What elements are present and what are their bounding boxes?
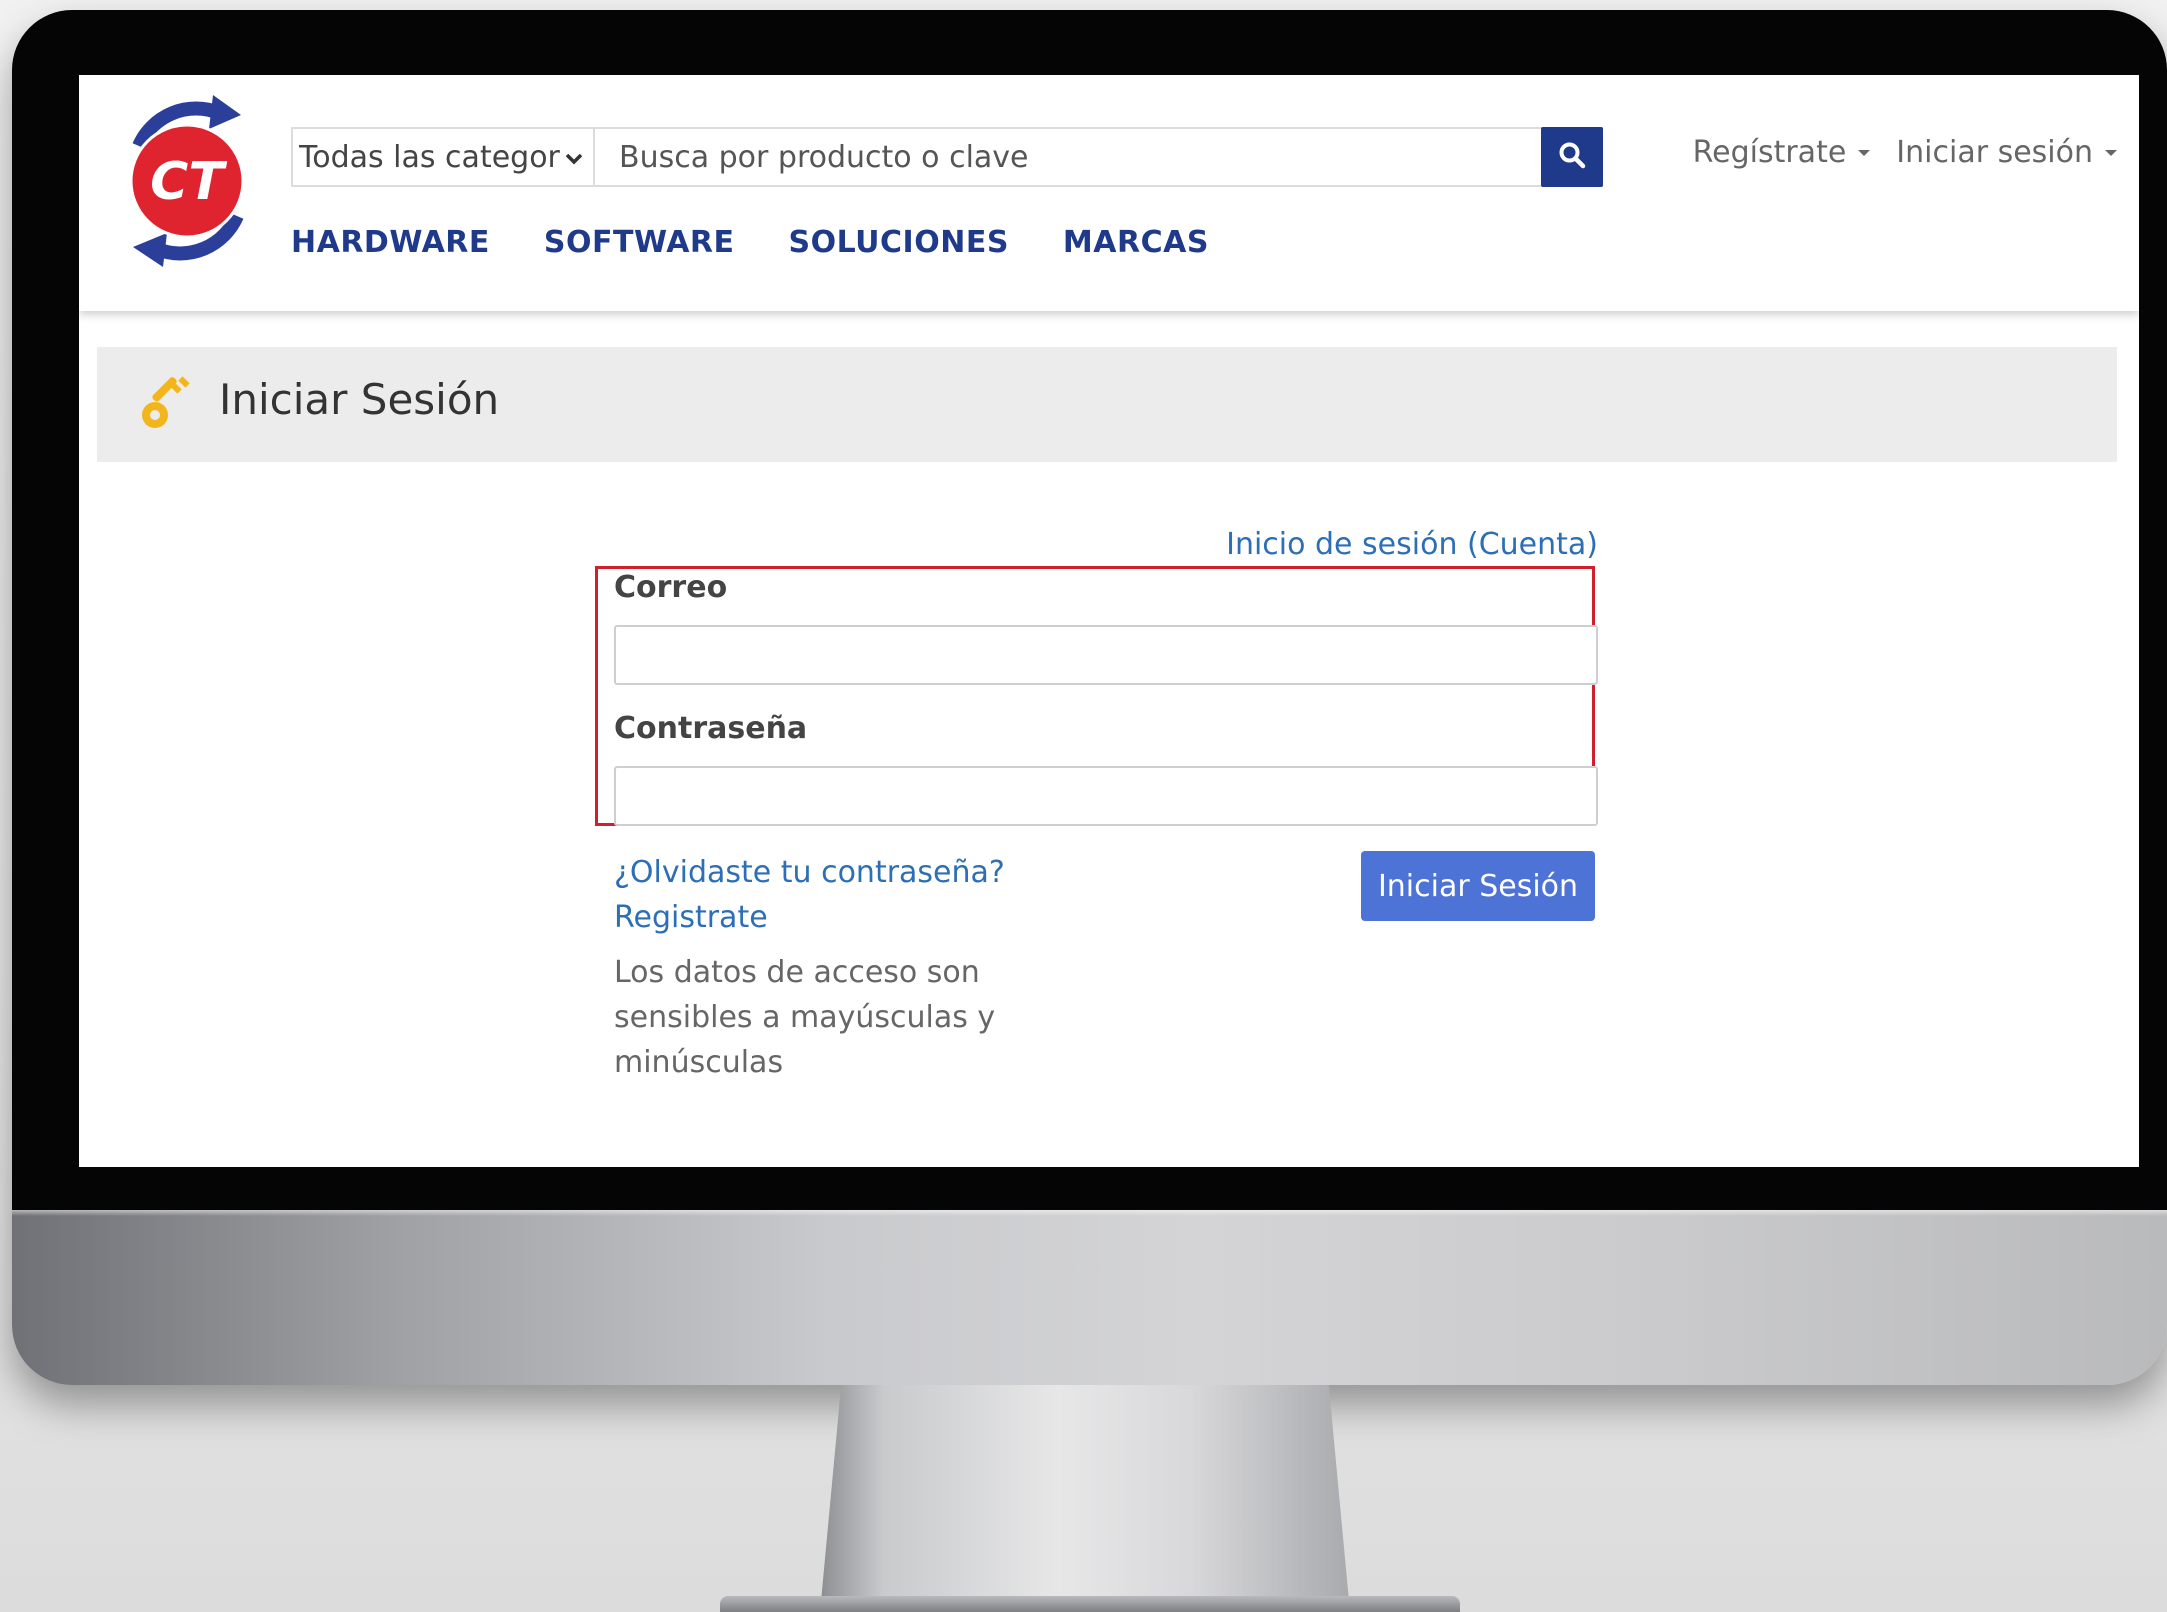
category-select-value: Todas las categorías: [299, 139, 561, 175]
nav-marcas[interactable]: MARCAS: [1063, 225, 1209, 260]
logo-text: CT: [150, 152, 227, 212]
nav-hardware[interactable]: HARDWARE: [291, 225, 490, 260]
caret-down-icon: [2105, 149, 2117, 156]
login-submit-button[interactable]: Iniciar Sesión: [1361, 851, 1595, 921]
category-select[interactable]: Todas las categorías: [293, 129, 595, 185]
nav-software[interactable]: SOFTWARE: [544, 225, 735, 260]
nav-soluciones[interactable]: SOLUCIONES: [789, 225, 1009, 260]
forgot-password-link[interactable]: ¿Olvidaste tu contraseña?: [614, 855, 1005, 890]
account-links: Regístrate Iniciar sesión: [1667, 135, 2117, 170]
key-icon: [137, 373, 197, 433]
register-dropdown-label: Regístrate: [1692, 135, 1847, 170]
chevron-down-icon: [563, 143, 585, 165]
email-field[interactable]: [614, 625, 1598, 685]
account-login-link[interactable]: Inicio de sesión (Cuenta): [1226, 527, 1598, 562]
main-nav: HARDWARE SOFTWARE SOLUCIONES MARCAS: [291, 225, 1263, 260]
login-dropdown[interactable]: Iniciar sesión: [1896, 135, 2117, 170]
password-field[interactable]: [614, 766, 1598, 826]
monitor-chin: [12, 1210, 2167, 1385]
monitor-frame: CT Todas las categorías Busca por produc…: [12, 10, 2167, 1385]
email-label: Correo: [614, 570, 728, 605]
monitor-stand: [820, 1385, 1350, 1612]
register-link[interactable]: Registrate: [614, 900, 768, 935]
case-sensitivity-note: Los datos de acceso son sensibles a mayú…: [614, 955, 996, 1080]
search-bar: Todas las categorías Busca por producto …: [291, 127, 1603, 187]
browser-screen: CT Todas las categorías Busca por produc…: [79, 75, 2139, 1167]
login-dropdown-label: Iniciar sesión: [1896, 135, 2093, 170]
ct-logo[interactable]: CT: [109, 91, 265, 271]
search-button[interactable]: [1541, 127, 1603, 187]
site-header: CT Todas las categorías Busca por produc…: [79, 75, 2139, 311]
register-dropdown[interactable]: Regístrate: [1693, 135, 1871, 170]
caret-down-icon: [1858, 149, 1871, 156]
search-icon: [1557, 140, 1587, 174]
page-title: Iniciar Sesión: [219, 375, 500, 424]
monitor-stand-base: [720, 1596, 1460, 1612]
search-input[interactable]: Busca por producto o clave: [595, 129, 1541, 185]
page-header: Iniciar Sesión: [97, 347, 2117, 462]
password-label: Contraseña: [614, 711, 808, 746]
